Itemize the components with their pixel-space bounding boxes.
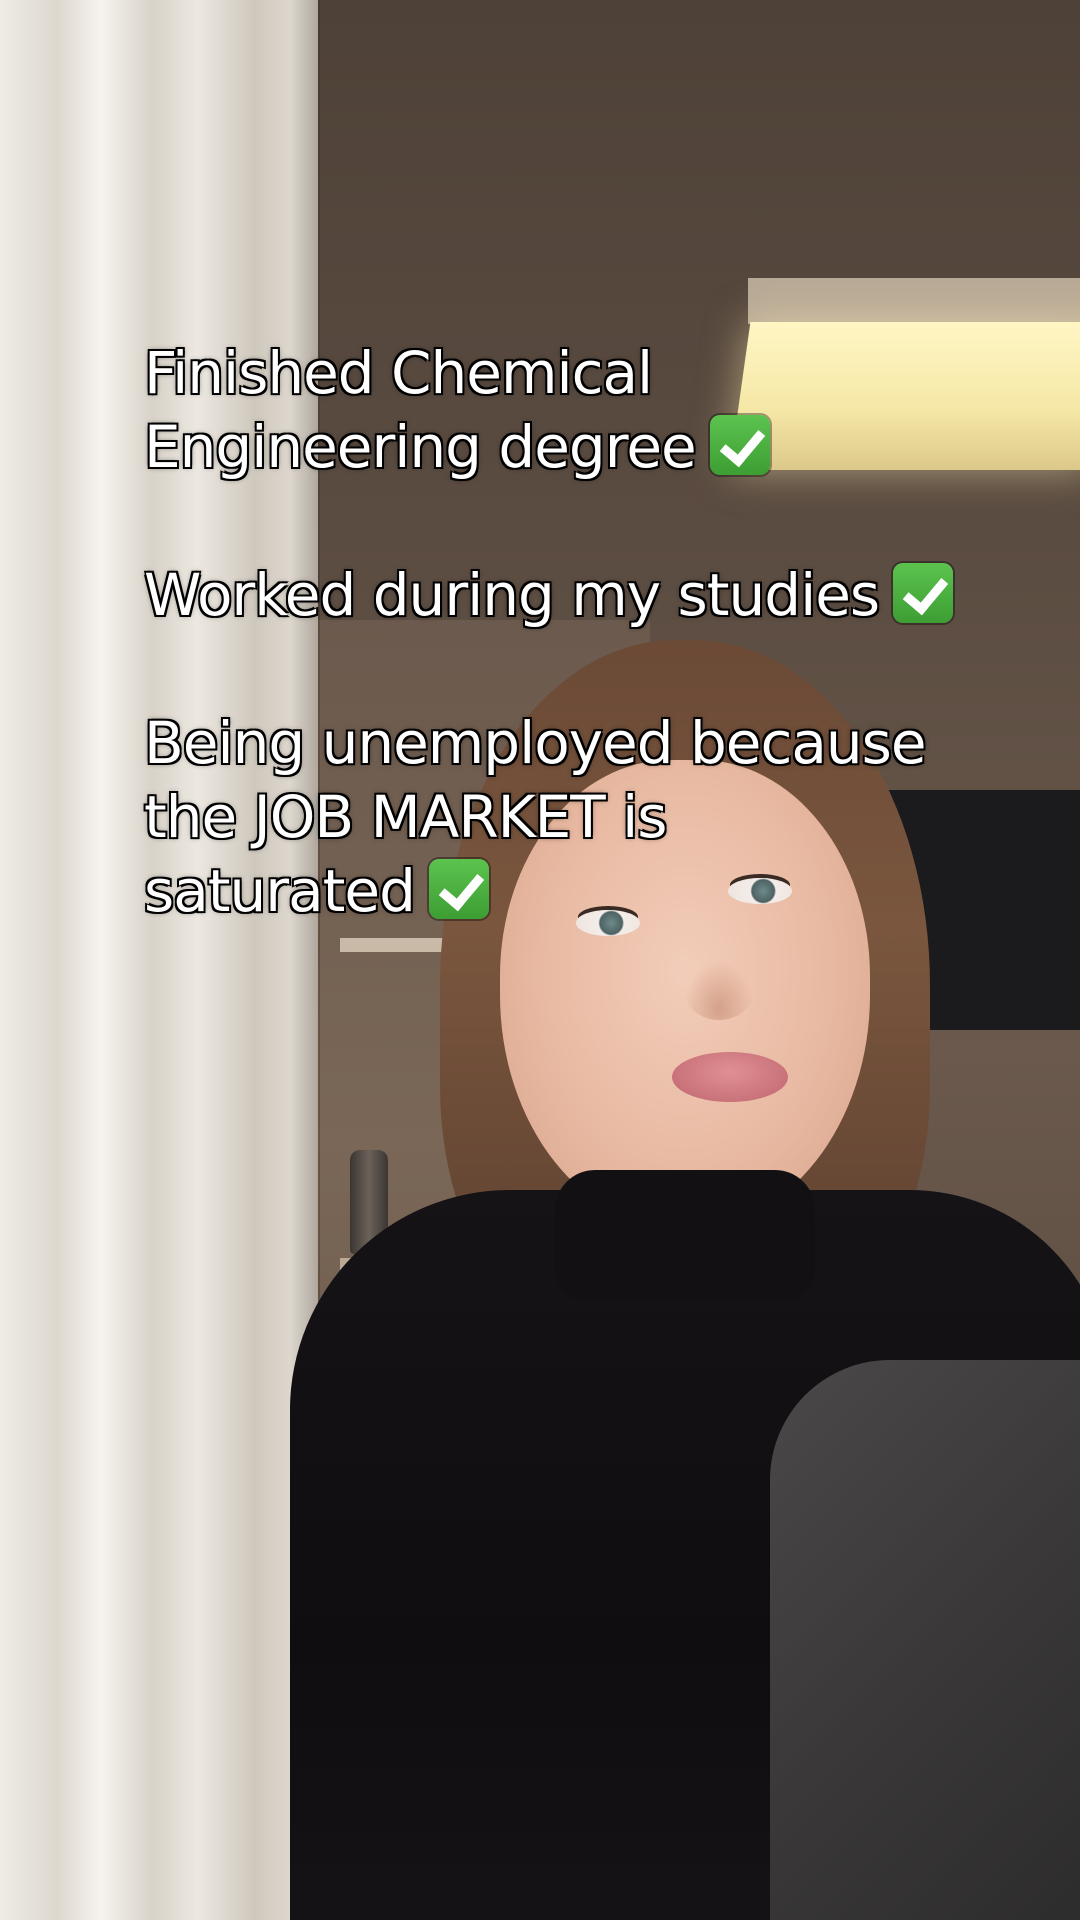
- person-nose: [684, 960, 754, 1020]
- caption-line: the JOB MARKET is: [144, 783, 668, 851]
- video-frame: Finished Chemical Engineering degree Wor…: [0, 0, 1080, 1920]
- ceiling-light-frame: [748, 278, 1080, 324]
- check-mark-icon: [893, 563, 954, 623]
- white-curtain: [0, 0, 318, 1920]
- check-mark-icon: [428, 859, 489, 919]
- caption-line: Worked during my studies: [144, 558, 964, 632]
- sweater-collar: [555, 1170, 815, 1300]
- caption-line: Being unemployed because: [144, 709, 927, 777]
- caption-line: saturated: [144, 854, 964, 928]
- caption-line: Finished Chemical: [144, 339, 653, 407]
- caption-overlay: Finished Chemical Engineering degree Wor…: [144, 336, 964, 928]
- check-mark-icon: [709, 415, 770, 475]
- gray-knit-shawl: [770, 1360, 1080, 1920]
- person-lips: [672, 1052, 788, 1102]
- caption-line: Engineering degree: [144, 410, 964, 484]
